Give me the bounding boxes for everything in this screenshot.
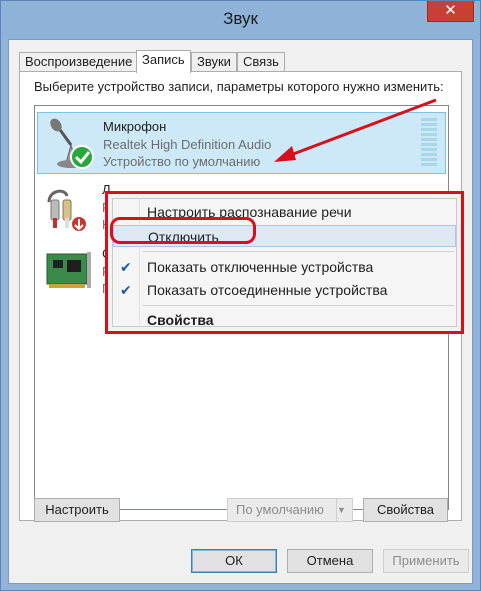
menu-item-label: Показать отключенные устройства [147, 259, 374, 275]
menu-separator [143, 251, 454, 252]
instruction-text: Выберите устройство записи, параметры ко… [34, 79, 444, 94]
menu-separator [143, 305, 454, 306]
sound-dialog: Звук ✕ Воспроизведение Запись Звуки Связ… [0, 0, 481, 591]
menu-item-show-disconnected[interactable]: ✔ Показать отсоединенные устройства [113, 279, 456, 301]
tab-playback[interactable]: Воспроизведение [19, 52, 139, 72]
ok-button[interactable]: ОК [191, 549, 277, 573]
tab-sounds[interactable]: Звуки [191, 52, 237, 72]
tab-recording[interactable]: Запись [136, 50, 191, 73]
menu-item-label: Показать отсоединенные устройства [147, 282, 388, 298]
annotation-arrow-icon [274, 98, 437, 162]
context-menu: Настроить распознавание речи Отключить ✔… [105, 191, 464, 334]
menu-item-properties[interactable]: Свойства [113, 309, 456, 331]
title-bar[interactable]: Звук ✕ [1, 1, 480, 39]
device-status: Устройство по умолчанию [103, 154, 261, 169]
cancel-button[interactable]: Отмена [287, 549, 373, 573]
configure-button[interactable]: Настроить [34, 498, 120, 522]
highlight-callout [110, 217, 256, 244]
device-name: Микрофон [103, 119, 167, 134]
checkmark-icon: ✔ [120, 282, 132, 298]
chevron-down-icon[interactable]: ▼ [336, 499, 352, 521]
line-in-icon [47, 189, 88, 233]
set-default-button[interactable]: По умолчанию ▼ [227, 498, 353, 522]
sound-card-icon [46, 252, 91, 288]
checkmark-icon: ✔ [120, 259, 132, 275]
set-default-label: По умолчанию [236, 502, 324, 517]
tab-communications[interactable]: Связь [237, 52, 285, 72]
close-icon: ✕ [444, 2, 457, 19]
menu-item-label: Свойства [147, 312, 214, 328]
window-title: Звук [223, 9, 258, 28]
microphone-icon [50, 118, 94, 169]
properties-button[interactable]: Свойства [363, 498, 448, 522]
menu-item-show-disabled[interactable]: ✔ Показать отключенные устройства [113, 256, 456, 278]
device-driver: Realtek High Definition Audio [103, 137, 272, 152]
default-check-icon [70, 145, 94, 169]
apply-button[interactable]: Применить [383, 549, 469, 573]
close-button[interactable]: ✕ [427, 1, 474, 22]
